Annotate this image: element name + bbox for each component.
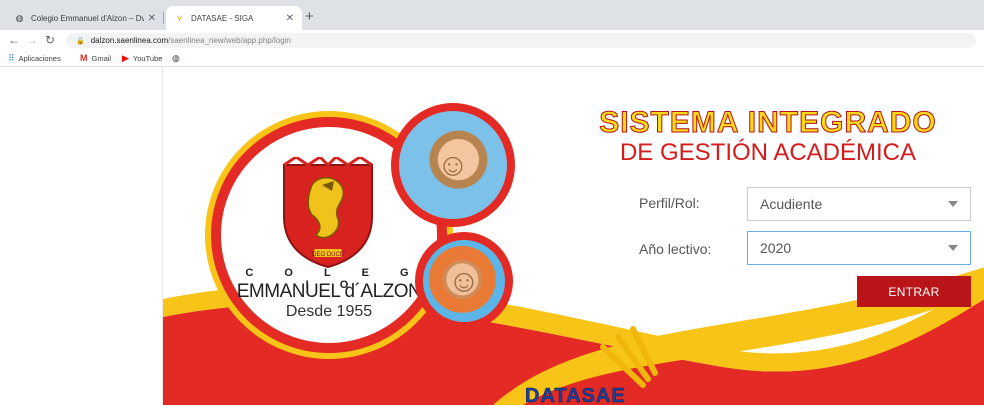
close-tab-icon[interactable]: ✕: [148, 13, 156, 24]
chevron-down-icon: [948, 245, 958, 251]
datasae-icon: ⋎: [176, 12, 183, 23]
role-label: Perfil/Rol:: [639, 195, 700, 211]
crest-motto: DEO DUCE: [312, 252, 344, 258]
login-page: DEO DUCE C O L E G I O EMMANUEL d´ALZON …: [0, 67, 984, 405]
browser-tabstrip: ◍ Colegio Emmanuel d'Alzon – Dv ✕ ⋎ DATA…: [0, 0, 984, 30]
back-icon[interactable]: ←: [8, 32, 20, 48]
school-founded: Desde 1955: [285, 303, 373, 320]
forward-icon[interactable]: →: [26, 32, 38, 48]
login-banner: DEO DUCE C O L E G I O EMMANUEL d´ALZON …: [162, 67, 984, 405]
tab-title: DATASAE - SIGA: [191, 13, 254, 23]
role-select-value: Acudiente: [760, 196, 823, 212]
school-name-line2: EMMANUEL d´ALZON: [236, 281, 422, 302]
close-tab-icon[interactable]: ✕: [286, 13, 294, 24]
globe-icon: ◍: [15, 12, 24, 23]
youtube-icon: ▶: [122, 53, 129, 63]
tab-divider: [163, 12, 164, 24]
url-path: /saenlinea_new/web/app.php/login: [168, 36, 291, 45]
datasae-logo: DATASAE: [525, 385, 626, 405]
url-field[interactable]: 🔒 dalzon.saenlinea.com/saenlinea_new/web…: [66, 33, 976, 48]
bookmark-label: YouTube: [132, 54, 163, 63]
system-title-line2: DE GESTIÓN ACADÉMICA: [619, 139, 917, 166]
tab-title: Colegio Emmanuel d'Alzon – Dv: [31, 13, 144, 23]
smiling-girl-icon: ☺: [436, 146, 470, 183]
system-title: SISTEMA INTEGRADO DE GESTIÓN ACADÉMICA: [593, 106, 943, 167]
bookmark-apps[interactable]: ⠿ Aplicaciones: [8, 53, 61, 64]
school-crest-icon: DEO DUCE: [283, 157, 373, 269]
system-title-line1: SISTEMA INTEGRADO: [599, 106, 937, 139]
role-select[interactable]: Acudiente: [747, 187, 971, 221]
bookmark-label: Aplicaciones: [18, 54, 61, 63]
address-bar: ← → ↻ 🔒 dalzon.saenlinea.com/saenlinea_n…: [0, 30, 984, 50]
tab-colegio[interactable]: ◍ Colegio Emmanuel d'Alzon – Dv ✕: [6, 6, 164, 30]
entrar-button[interactable]: ENTRAR: [857, 276, 971, 307]
lock-icon: 🔒: [76, 37, 85, 45]
reload-icon[interactable]: ↻: [45, 32, 55, 48]
globe-icon: ◍: [172, 53, 180, 63]
bookmarks-bar: ⠿ Aplicaciones M Gmail ▶ YouTube ◍: [0, 50, 984, 67]
bookmark-youtube[interactable]: ▶ YouTube: [122, 53, 162, 64]
chevron-down-icon: [948, 201, 958, 207]
year-select-value: 2020: [760, 240, 792, 256]
smiling-boy-icon: ☺: [447, 262, 481, 299]
apps-grid-icon: ⠿: [8, 53, 15, 63]
bookmark-label: Gmail: [91, 53, 112, 63]
bookmark-globe[interactable]: ◍: [172, 53, 184, 64]
photo-girl: ☺: [391, 103, 515, 227]
year-select[interactable]: 2020: [747, 231, 971, 265]
new-tab-button[interactable]: +: [305, 9, 314, 24]
tab-datasae[interactable]: ⋎ DATASAE - SIGA ✕: [166, 6, 302, 30]
gmail-icon: M: [80, 53, 88, 63]
url-host: dalzon.saenlinea.com: [90, 36, 169, 45]
photo-boy: ☺: [415, 232, 513, 330]
bookmark-gmail[interactable]: M Gmail: [80, 53, 111, 63]
year-label: Año lectivo:: [639, 241, 712, 257]
